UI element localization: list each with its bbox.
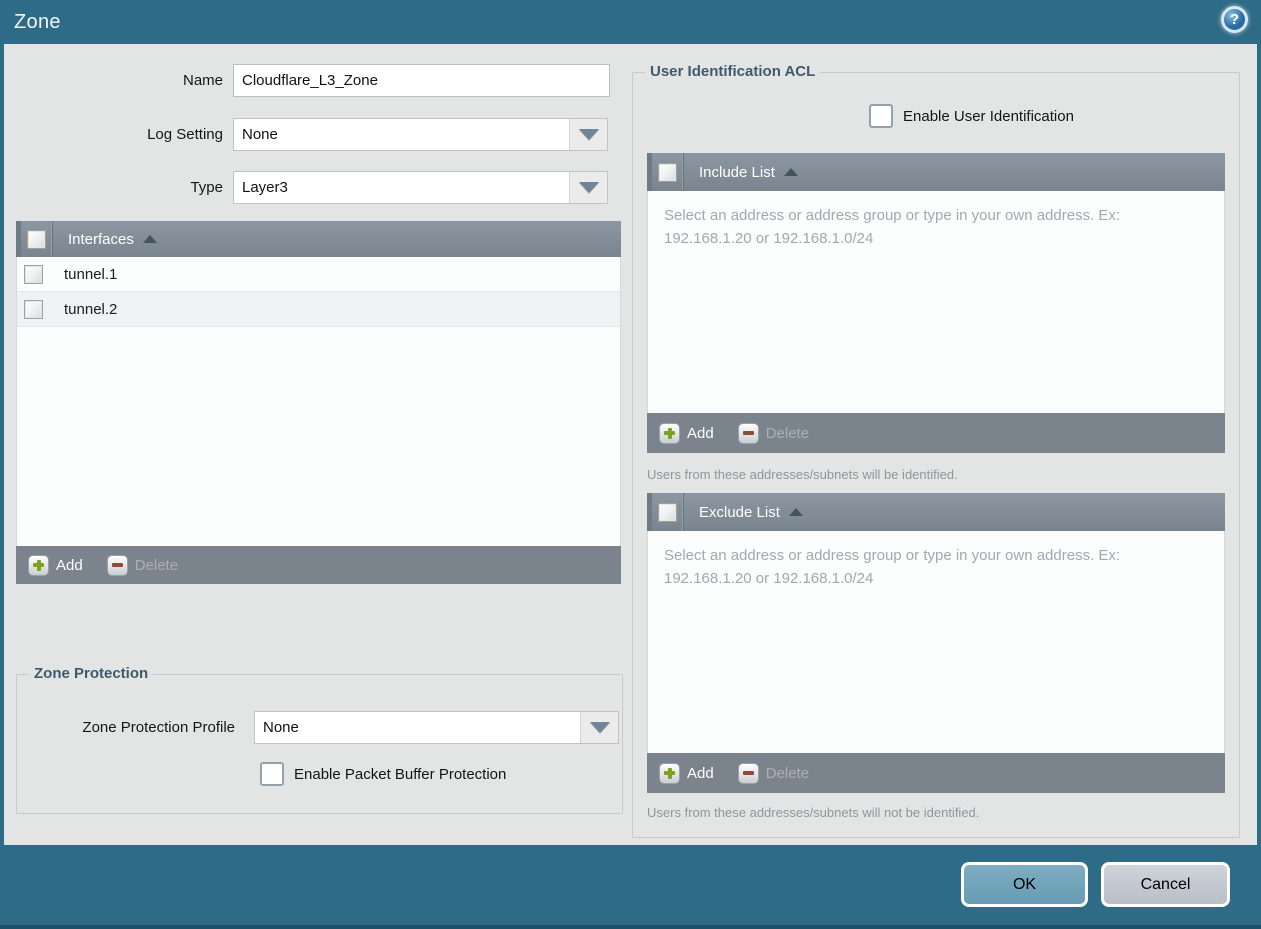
- zone-protection-fieldset: Zone Protection Zone Protection Profile …: [16, 674, 623, 814]
- interfaces-column-label: Interfaces: [68, 231, 134, 248]
- interfaces-row[interactable]: tunnel.1: [17, 257, 620, 292]
- type-dropdown-trigger[interactable]: [569, 172, 607, 203]
- add-icon: [28, 555, 49, 576]
- exclude-select-all-checkbox[interactable]: [658, 503, 677, 522]
- zone-protection-legend: Zone Protection: [29, 665, 153, 682]
- include-list-table: Include List Select an address or addres…: [647, 153, 1225, 453]
- include-delete-button[interactable]: Delete: [738, 423, 809, 444]
- log-setting-row: Log Setting None: [4, 117, 621, 151]
- sort-asc-icon: [784, 168, 798, 176]
- exclude-list-column-header[interactable]: Exclude List: [684, 504, 803, 521]
- interfaces-select-all-checkbox[interactable]: [27, 230, 46, 249]
- help-glyph: ?: [1230, 11, 1239, 28]
- enable-user-identification-label: Enable User Identification: [903, 108, 1074, 125]
- interface-name: tunnel.1: [64, 266, 117, 283]
- include-list-body: Select an address or address group or ty…: [647, 191, 1225, 413]
- exclude-list-footer: Add Delete: [647, 753, 1225, 793]
- chevron-down-icon: [579, 182, 599, 193]
- zone-name-input[interactable]: [233, 64, 610, 97]
- include-list-column-label: Include List: [699, 164, 775, 181]
- include-list-hint: Users from these addresses/subnets will …: [647, 467, 958, 482]
- dialog-titlebar: Zone ?: [0, 0, 1261, 44]
- zone-protection-profile-dropdown-trigger[interactable]: [580, 712, 618, 743]
- exclude-list-hint: Users from these addresses/subnets will …: [647, 805, 979, 820]
- row-checkbox[interactable]: [24, 265, 43, 284]
- interfaces-delete-button[interactable]: Delete: [107, 555, 178, 576]
- help-icon[interactable]: ?: [1221, 6, 1248, 33]
- exclude-list-header: Exclude List: [647, 493, 1225, 531]
- include-select-all-cell: [652, 153, 684, 191]
- row-check-cell: [17, 300, 50, 319]
- exclude-add-button[interactable]: Add: [659, 763, 714, 784]
- exclude-select-all-cell: [652, 493, 684, 531]
- ok-button[interactable]: OK: [961, 862, 1088, 907]
- zone-protection-profile-select[interactable]: None: [254, 711, 619, 744]
- exclude-list-placeholder: Select an address or address group or ty…: [648, 531, 1208, 603]
- delete-button-label: Delete: [135, 557, 178, 574]
- exclude-list-column-label: Exclude List: [699, 504, 780, 521]
- include-list-footer: Add Delete: [647, 413, 1225, 453]
- include-list-header: Include List: [647, 153, 1225, 191]
- row-checkbox[interactable]: [24, 300, 43, 319]
- delete-icon: [738, 423, 759, 444]
- sort-asc-icon: [789, 508, 803, 516]
- include-add-button[interactable]: Add: [659, 423, 714, 444]
- exclude-delete-button[interactable]: Delete: [738, 763, 809, 784]
- delete-button-label: Delete: [766, 425, 809, 442]
- interface-name: tunnel.2: [64, 301, 117, 318]
- add-icon: [659, 763, 680, 784]
- cancel-button-label: Cancel: [1141, 876, 1191, 894]
- include-select-all-checkbox[interactable]: [658, 163, 677, 182]
- interfaces-row[interactable]: tunnel.2: [17, 292, 620, 327]
- zone-protection-profile-value: None: [255, 712, 580, 743]
- dialog-bottom-edge: [0, 925, 1261, 929]
- interfaces-column-header[interactable]: Interfaces: [53, 231, 157, 248]
- interfaces-select-all-cell: [21, 221, 53, 257]
- ok-button-label: OK: [1013, 876, 1036, 894]
- zone-dialog: Zone ? Name Log Setting None Type Layer3: [0, 0, 1261, 929]
- exclude-list-body: Select an address or address group or ty…: [647, 531, 1225, 753]
- include-list-placeholder: Select an address or address group or ty…: [648, 191, 1208, 263]
- user-id-acl-fieldset: User Identification ACL Enable User Iden…: [632, 72, 1240, 838]
- user-id-acl-legend: User Identification ACL: [645, 63, 820, 80]
- dialog-title: Zone: [14, 0, 61, 44]
- type-value: Layer3: [234, 172, 569, 203]
- row-check-cell: [17, 265, 50, 284]
- chevron-down-icon: [590, 722, 610, 733]
- chevron-down-icon: [579, 129, 599, 140]
- enable-user-identification-checkbox[interactable]: [869, 104, 893, 128]
- packet-buffer-protection-checkbox[interactable]: [260, 762, 284, 786]
- zone-protection-profile-label: Zone Protection Profile: [17, 711, 245, 744]
- interfaces-table-body: tunnel.1 tunnel.2: [16, 257, 621, 546]
- delete-icon: [107, 555, 128, 576]
- type-row: Type Layer3: [4, 170, 621, 204]
- interfaces-table: Interfaces tunnel.1 tunnel.2 Add: [16, 221, 621, 584]
- exclude-list-table: Exclude List Select an address or addres…: [647, 493, 1225, 793]
- add-button-label: Add: [687, 425, 714, 442]
- sort-asc-icon: [143, 235, 157, 243]
- log-setting-label: Log Setting: [4, 126, 233, 143]
- add-icon: [659, 423, 680, 444]
- name-label: Name: [4, 72, 233, 89]
- interfaces-table-header: Interfaces: [16, 221, 621, 257]
- add-button-label: Add: [56, 557, 83, 574]
- name-row: Name: [4, 63, 621, 97]
- interfaces-table-footer: Add Delete: [16, 546, 621, 584]
- packet-buffer-protection-label: Enable Packet Buffer Protection: [294, 766, 506, 783]
- delete-button-label: Delete: [766, 765, 809, 782]
- log-setting-select[interactable]: None: [233, 118, 608, 151]
- delete-icon: [738, 763, 759, 784]
- type-select[interactable]: Layer3: [233, 171, 608, 204]
- log-setting-value: None: [234, 119, 569, 150]
- add-button-label: Add: [687, 765, 714, 782]
- cancel-button[interactable]: Cancel: [1101, 862, 1230, 907]
- type-label: Type: [4, 179, 233, 196]
- log-setting-dropdown-trigger[interactable]: [569, 119, 607, 150]
- interfaces-add-button[interactable]: Add: [28, 555, 83, 576]
- include-list-column-header[interactable]: Include List: [684, 164, 798, 181]
